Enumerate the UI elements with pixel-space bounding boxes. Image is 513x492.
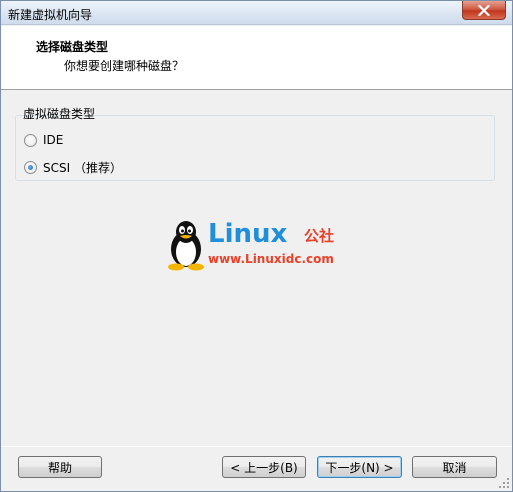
linuxidc-watermark-logo: Linux 公社 www.Linuxidc.com [166, 219, 356, 271]
footer-separator [1, 446, 512, 447]
close-icon [478, 4, 490, 16]
page-title: 选择磁盘类型 [36, 40, 109, 54]
help-button[interactable]: 帮助 [18, 456, 102, 478]
logo-brand-text: Linux [208, 219, 288, 249]
title-bar[interactable]: 新建虚拟机向导 [1, 1, 512, 25]
tux-penguin-icon [168, 221, 204, 271]
logo-brand-cn-text: 公社 [304, 227, 335, 245]
resize-grip-icon[interactable] [498, 477, 510, 489]
next-button[interactable]: 下一步(N) > [317, 456, 402, 478]
window-title: 新建虚拟机向导 [8, 8, 93, 22]
disk-type-group-label: 虚拟磁盘类型 [23, 107, 96, 121]
ide-radio-label[interactable]: IDE [43, 133, 63, 147]
scsi-radio-button[interactable] [24, 161, 37, 174]
page-subtitle: 你想要创建哪种磁盘？ [64, 59, 185, 73]
radio-option-ide[interactable]: IDE [24, 133, 63, 147]
cancel-button[interactable]: 取消 [412, 456, 497, 478]
wizard-header: 选择磁盘类型 你想要创建哪种磁盘？ [1, 26, 512, 90]
ide-radio-button[interactable] [24, 133, 37, 147]
back-button[interactable]: < 上一步(B) [222, 456, 306, 478]
new-vm-wizard-window: 新建虚拟机向导 选择磁盘类型 你想要创建哪种磁盘？ 虚拟磁盘类型 IDE SCS… [0, 0, 513, 492]
scsi-radio-label[interactable]: SCSI （推荐） [43, 159, 122, 176]
radio-option-scsi[interactable]: SCSI （推荐） [24, 159, 122, 176]
close-button[interactable] [462, 1, 506, 20]
logo-url-text: www.Linuxidc.com [208, 252, 334, 266]
